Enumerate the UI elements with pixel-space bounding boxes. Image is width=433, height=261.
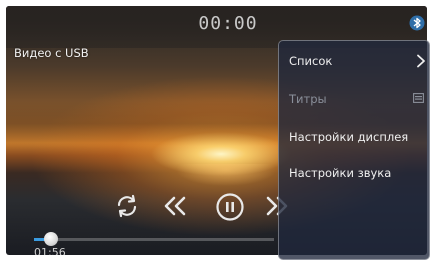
menu-item-sound-settings-label: Настройки звука (289, 166, 392, 180)
options-menu: Список Титры Настройки дисплея Настройки… (278, 40, 430, 260)
subtitles-icon (413, 93, 424, 103)
menu-item-subtitles: Титры (289, 92, 427, 106)
top-time: 00:00 (198, 13, 258, 34)
previous-icon[interactable] (162, 194, 188, 218)
menu-item-subtitles-label: Титры (289, 92, 327, 106)
playback-controls (6, 190, 306, 224)
bluetooth-icon[interactable] (409, 15, 425, 31)
elapsed-time: 01:56 (34, 246, 66, 255)
progress-bar[interactable] (34, 232, 274, 246)
repeat-icon[interactable] (115, 194, 139, 218)
menu-item-display-settings[interactable]: Настройки дисплея (289, 130, 427, 144)
menu-item-list[interactable]: Список (289, 54, 427, 68)
pause-icon[interactable] (215, 192, 245, 222)
source-title: Видео с USB (14, 46, 89, 60)
menu-item-list-label: Список (289, 54, 333, 68)
menu-item-display-settings-label: Настройки дисплея (289, 130, 409, 144)
progress-thumb[interactable] (43, 232, 58, 246)
chevron-right-icon (417, 54, 425, 68)
menu-item-sound-settings[interactable]: Настройки звука (289, 166, 427, 180)
